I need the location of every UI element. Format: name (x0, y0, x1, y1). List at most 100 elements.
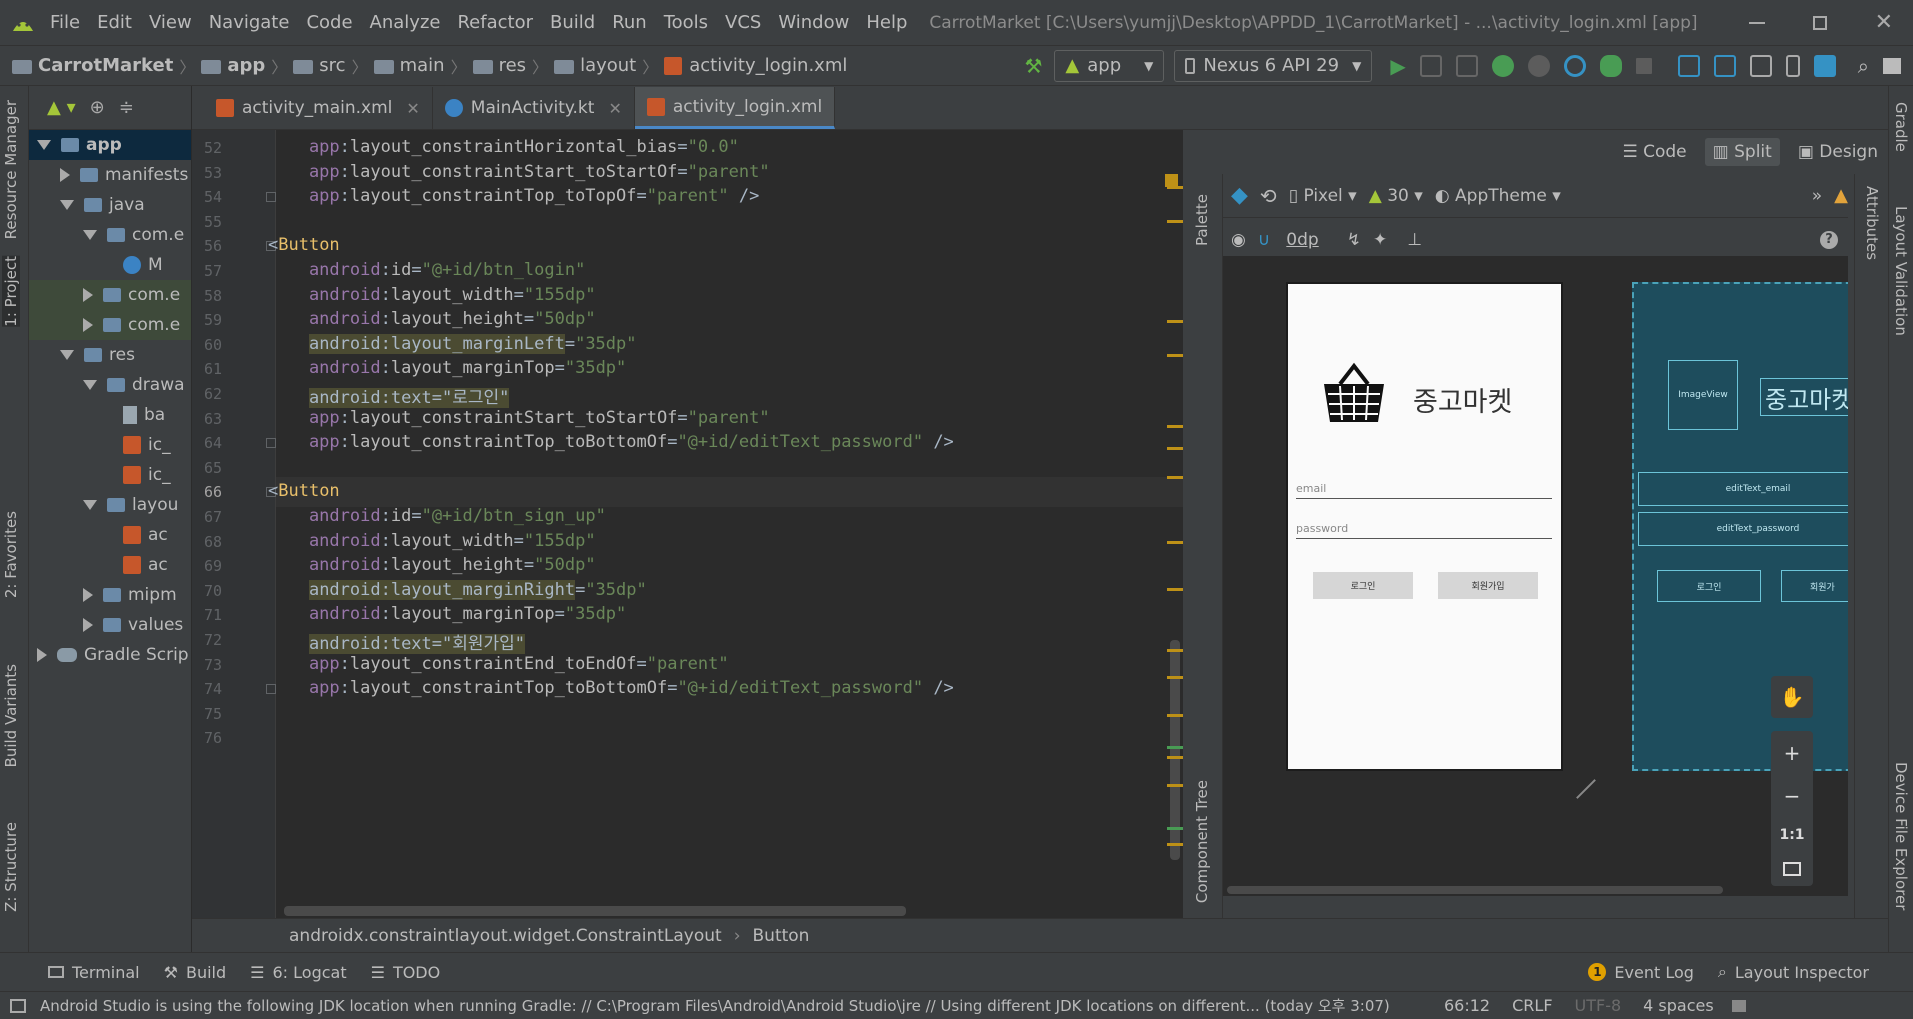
tab-structure[interactable]: Z: Structure (2, 822, 20, 912)
expand-arrow-icon[interactable] (83, 380, 97, 390)
code-line[interactable]: android:id="@+id/btn_login" (268, 260, 585, 280)
phone-preview[interactable]: 중고마켓 email password 로그인 회원가입 (1286, 282, 1563, 771)
collapse-arrow-icon[interactable] (83, 588, 93, 602)
menu-navigate[interactable]: Navigate (209, 12, 290, 33)
code-line[interactable]: android:layout_marginLeft="35dp" (268, 333, 637, 354)
tree-item[interactable]: com.e (29, 310, 191, 340)
collapse-arrow-icon[interactable] (60, 168, 70, 182)
indent-setting[interactable]: 4 spaces (1643, 996, 1714, 1015)
terminal-button[interactable]: Terminal (48, 963, 140, 982)
tree-item[interactable]: ac (29, 550, 191, 580)
eye-icon[interactable]: ◉ (1231, 230, 1246, 250)
error-stripe-marker[interactable] (1167, 649, 1183, 652)
error-stripe-marker[interactable] (1167, 476, 1183, 479)
minimize-icon[interactable] (1748, 21, 1765, 24)
apply-changes-icon[interactable] (1419, 54, 1442, 77)
caret-position[interactable]: 66:12 (1444, 996, 1490, 1015)
stop-icon[interactable] (1635, 57, 1652, 74)
error-stripe-marker[interactable] (1167, 447, 1183, 450)
layout-preview[interactable]: 중고마켓 email password 로그인 회원가입 ImageView 중… (1223, 256, 1848, 896)
error-stripe-marker[interactable] (1167, 827, 1183, 830)
build-hammer-icon[interactable]: ⚒ (1024, 54, 1042, 78)
design-view-button[interactable]: ▣ Design (1798, 142, 1878, 162)
breadcrumb-main[interactable]: main (400, 55, 445, 76)
error-stripe-marker[interactable] (1167, 220, 1183, 223)
code-line[interactable]: app:layout_constraintEnd_toEndOf="parent… (268, 654, 729, 674)
tree-item[interactable]: ic_ (29, 430, 191, 460)
pan-hand-icon[interactable]: ✋ (1780, 685, 1805, 709)
code-line[interactable]: android:layout_width="155dp" (268, 285, 596, 305)
sdk-manager-icon[interactable] (1749, 54, 1772, 77)
toggle-tool-windows-icon[interactable] (10, 998, 26, 1013)
breadcrumb-project[interactable]: CarrotMarket (38, 55, 173, 76)
tab-component-tree[interactable]: Component Tree (1193, 780, 1211, 903)
event-log-button[interactable]: 1 Event Log (1588, 963, 1694, 982)
split-view-button[interactable]: ▥ Split (1704, 138, 1780, 166)
menu-code[interactable]: Code (306, 12, 352, 33)
tree-item[interactable]: mipm (29, 580, 191, 610)
code-line[interactable]: app:layout_constraintStart_toStartOf="pa… (268, 162, 770, 182)
theme-picker[interactable]: ◐ AppTheme ▾ (1435, 186, 1561, 206)
error-stripe-marker[interactable] (1167, 320, 1183, 323)
menu-build[interactable]: Build (550, 12, 595, 33)
layout-inspector-button[interactable]: ⌕ Layout Inspector (1718, 962, 1869, 982)
tab-build-variants[interactable]: Build Variants (2, 664, 20, 767)
tree-item[interactable]: ba (29, 400, 191, 430)
breadcrumb-layout[interactable]: layout (580, 55, 636, 76)
line-separator[interactable]: CRLF (1512, 996, 1552, 1015)
tab-project[interactable]: 1: Project (2, 256, 20, 327)
error-stripe-marker[interactable] (1167, 676, 1183, 679)
collapse-arrow-icon[interactable] (83, 618, 93, 632)
settings-icon[interactable] (1883, 57, 1901, 74)
profile-icon[interactable] (1527, 54, 1550, 77)
collapse-arrow-icon[interactable] (83, 288, 93, 302)
code-breadcrumb-root[interactable]: androidx.constraintlayout.widget.Constra… (289, 926, 722, 946)
status-message[interactable]: Android Studio is using the following JD… (40, 995, 1420, 1016)
search-icon[interactable]: ⌕ (1858, 54, 1869, 78)
tab-activity-login[interactable]: activity_login.xml (634, 87, 836, 129)
password-input[interactable]: password (1296, 522, 1552, 539)
expand-arrow-icon[interactable] (37, 140, 51, 150)
tab-resource-manager[interactable]: Resource Manager (2, 100, 20, 239)
code-editor[interactable]: 52 53 54 55 56 57 58 59 60 61 62 63 64 65 66 67 68 69 70 71… (192, 130, 1183, 918)
lock-icon[interactable] (1731, 999, 1746, 1012)
error-stripe-marker[interactable] (1167, 186, 1183, 189)
menu-window[interactable]: Window (778, 12, 849, 33)
error-stripe-marker[interactable] (1167, 843, 1183, 846)
code-line[interactable]: android:layout_marginTop="35dp" (268, 358, 626, 378)
tab-gradle[interactable]: Gradle (1892, 102, 1910, 152)
error-stripe-marker[interactable] (1167, 756, 1183, 759)
coverage-icon[interactable] (1599, 54, 1622, 77)
code-line[interactable]: app:layout_constraintHorizontal_bias="0.… (268, 137, 739, 157)
apply-code-changes-icon[interactable] (1455, 54, 1478, 77)
expand-arrow-icon[interactable] (83, 230, 97, 240)
tree-item[interactable]: layou (29, 490, 191, 520)
tree-item[interactable]: drawa (29, 370, 191, 400)
menu-analyze[interactable]: Analyze (370, 12, 441, 33)
collapse-arrow-icon[interactable] (37, 648, 47, 662)
code-line[interactable]: android:layout_height="50dp" (268, 555, 596, 575)
code-line[interactable]: <Button (268, 235, 340, 255)
more-actions-icon[interactable]: » (1812, 186, 1822, 206)
error-stripe-marker[interactable] (1167, 541, 1183, 544)
build-button[interactable]: ⚒ Build (164, 963, 227, 982)
orientation-icon[interactable]: ⟲ (1260, 184, 1277, 208)
design-surface-icon[interactable]: ◆ (1231, 183, 1248, 208)
tab-favorites[interactable]: 2: Favorites (2, 511, 20, 598)
menu-edit[interactable]: Edit (97, 12, 132, 33)
close-window-icon[interactable]: ✕ (1875, 10, 1893, 35)
blueprint-password[interactable]: editText_password (1638, 512, 1848, 546)
sync-project-icon[interactable] (1677, 54, 1700, 77)
tab-main-activity[interactable]: MainActivity.kt ✕ (433, 87, 635, 129)
tab-attributes[interactable]: Attributes (1863, 186, 1881, 260)
tab-activity-main[interactable]: activity_main.xml ✕ (204, 87, 433, 129)
tree-item[interactable]: M (29, 250, 191, 280)
help-icon[interactable]: ? (1820, 230, 1838, 249)
tree-item[interactable]: app (29, 130, 191, 160)
tree-item[interactable]: ic_ (29, 460, 191, 490)
code-breadcrumb-leaf[interactable]: Button (753, 926, 810, 946)
code-line[interactable]: android:id="@+id/btn_sign_up" (268, 506, 606, 526)
menu-run[interactable]: Run (612, 12, 647, 33)
blueprint-signup[interactable]: 회원가 (1781, 570, 1848, 602)
blueprint-imageview[interactable]: ImageView (1668, 360, 1738, 430)
